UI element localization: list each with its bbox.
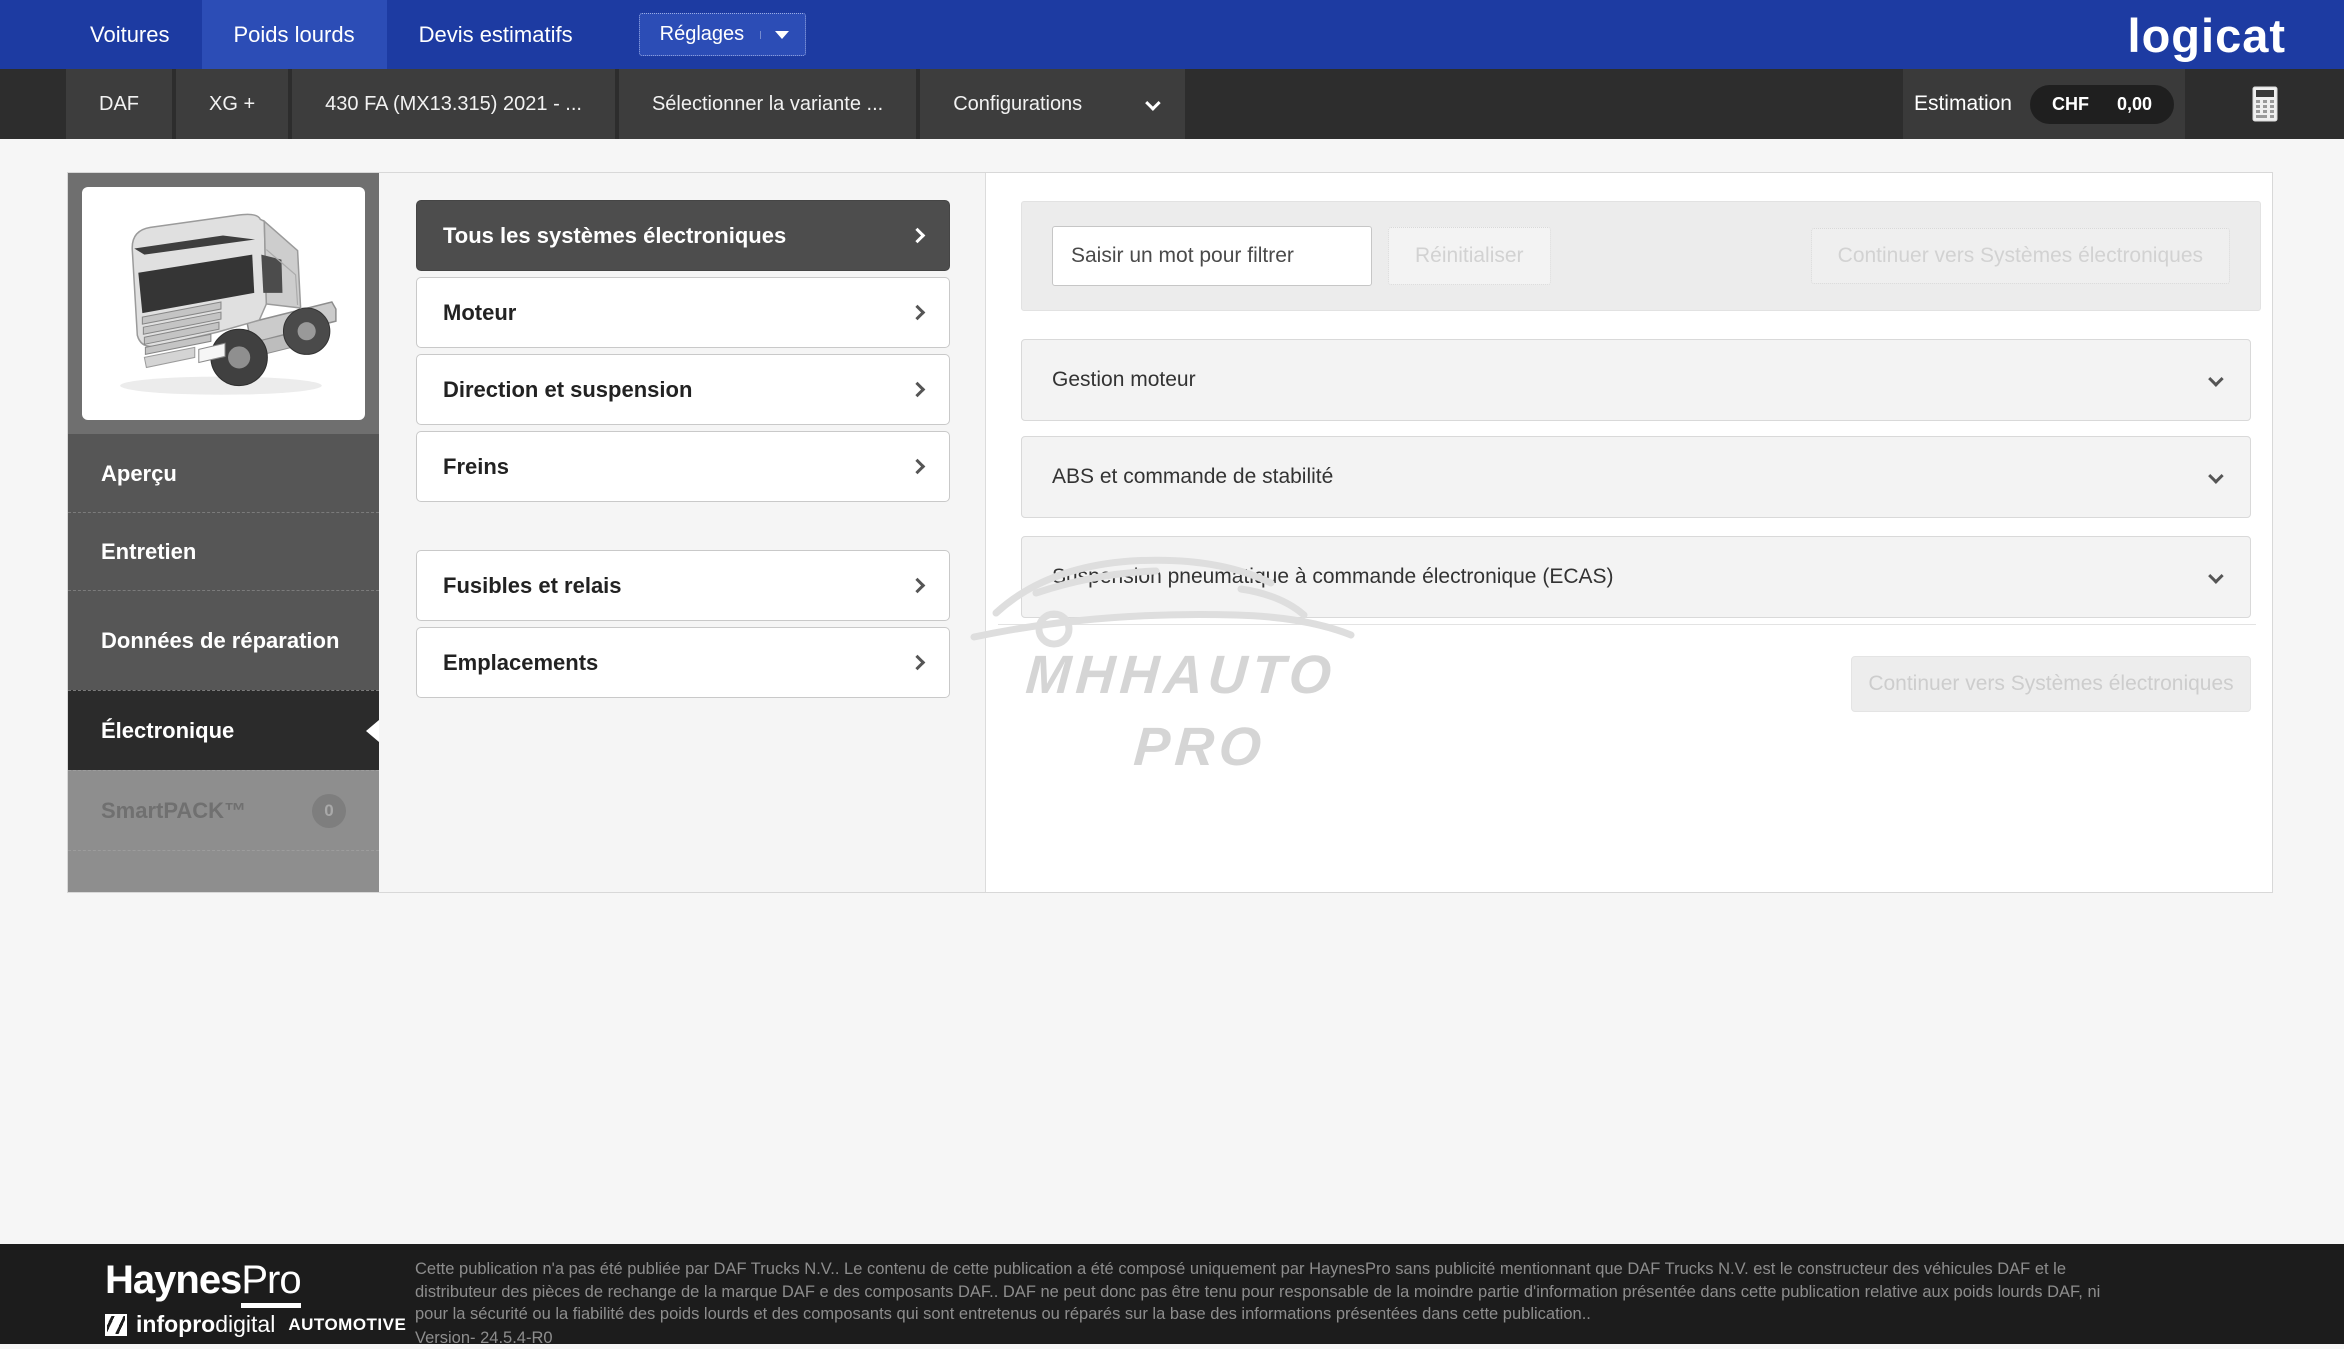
sidebar-item-smartpack: SmartPACK™ 0 <box>68 770 379 850</box>
accordion-gestion-moteur[interactable]: Gestion moteur <box>1021 339 2251 421</box>
vehicle-breadcrumb-bar: DAF XG + 430 FA (MX13.315) 2021 - ... Sé… <box>0 69 2344 139</box>
menu-button-fusibles-et-relais[interactable]: Fusibles et relais <box>416 550 950 621</box>
calculator-button[interactable] <box>2185 69 2344 139</box>
smartpack-label: SmartPACK™ <box>101 797 246 824</box>
systems-panel: Réinitialiser Continuer vers Systèmes él… <box>986 173 2272 892</box>
menu-button-label: Direction et suspension <box>443 377 692 403</box>
tab-devis-estimatifs[interactable]: Devis estimatifs <box>387 0 605 69</box>
menu-group-gap <box>379 508 985 550</box>
filter-input[interactable] <box>1052 226 1372 286</box>
haynespro-wordmark: HaynesPro <box>105 1258 406 1303</box>
brand-pro: Pro <box>241 1258 300 1308</box>
menu-button-freins[interactable]: Freins <box>416 431 950 502</box>
chevron-down-icon <box>2208 568 2224 584</box>
sidebar-item-electronique[interactable]: Électronique <box>68 690 379 770</box>
calculator-icon <box>2252 86 2278 122</box>
vehicle-sidebar: Aperçu Entretien Données de réparation É… <box>68 173 379 892</box>
chevron-right-icon <box>910 655 926 671</box>
tab-voitures[interactable]: Voitures <box>58 0 202 69</box>
sidebar-filler <box>68 850 379 892</box>
vehicle-image-card <box>82 187 365 420</box>
chevron-down-icon <box>2208 468 2224 484</box>
estimation-summary[interactable]: Estimation CHF 0,00 <box>1903 69 2185 139</box>
watermark-line2: PRO <box>1132 716 1428 778</box>
brand-haynes: Haynes <box>105 1258 241 1302</box>
tab-poids-lourds[interactable]: Poids lourds <box>202 0 387 69</box>
currency-label: CHF <box>2052 94 2089 115</box>
sidebar-item-entretien[interactable]: Entretien <box>68 512 379 590</box>
continue-button-bottom[interactable]: Continuer vers Systèmes électroniques <box>1851 656 2251 712</box>
footer: HaynesPro infoprodigital AUTOMOTIVE Cett… <box>0 1244 2344 1344</box>
footer-disclaimer-block: Cette publication n'a pas été publiée pa… <box>415 1258 2105 1349</box>
menu-button-moteur[interactable]: Moteur <box>416 277 950 348</box>
haynespro-logo: HaynesPro infoprodigital AUTOMOTIVE <box>105 1258 406 1338</box>
chevron-right-icon <box>910 382 926 398</box>
menu-button-label: Tous les systèmes électroniques <box>443 223 786 249</box>
continue-button-top[interactable]: Continuer vers Systèmes électroniques <box>1811 228 2230 284</box>
settings-label: Réglages <box>660 23 745 46</box>
filter-toolbar: Réinitialiser Continuer vers Systèmes él… <box>1021 201 2261 311</box>
settings-dropdown-button[interactable]: Réglages <box>639 13 807 56</box>
truck-image <box>98 204 350 404</box>
menu-button-tous-les-systemes[interactable]: Tous les systèmes électroniques <box>416 200 950 271</box>
infopro-icon <box>105 1314 127 1336</box>
menu-button-emplacements[interactable]: Emplacements <box>416 627 950 698</box>
main-content-card: Aperçu Entretien Données de réparation É… <box>67 172 2273 893</box>
configurations-label: Configurations <box>953 93 1082 116</box>
chevron-down-icon <box>2208 371 2224 387</box>
accordion-ecas[interactable]: Suspension pneumatique à commande électr… <box>1021 536 2251 618</box>
breadcrumb: DAF XG + 430 FA (MX13.315) 2021 - ... Sé… <box>66 69 1185 139</box>
amount-value: 0,00 <box>2117 94 2152 115</box>
crumb-type[interactable]: 430 FA (MX13.315) 2021 - ... <box>292 69 615 139</box>
accordion-label: Suspension pneumatique à commande électr… <box>1052 565 1614 589</box>
estimation-amount-pill: CHF 0,00 <box>2030 85 2174 124</box>
menu-button-label: Freins <box>443 454 509 480</box>
infopro-wordmark: infoprodigital AUTOMOTIVE <box>105 1311 406 1338</box>
estimation-label: Estimation <box>1914 92 2012 116</box>
accordion-label: ABS et commande de stabilité <box>1052 465 1333 489</box>
menu-button-label: Fusibles et relais <box>443 573 622 599</box>
brand-digital: digital <box>215 1311 275 1337</box>
footer-disclaimer: Cette publication n'a pas été publiée pa… <box>415 1258 2105 1326</box>
crumb-configurations[interactable]: Configurations <box>920 69 1185 139</box>
sidebar-item-apercu[interactable]: Aperçu <box>68 434 379 512</box>
chevron-down-icon <box>1145 95 1161 111</box>
brand-infopro: infopro <box>136 1311 215 1337</box>
menu-button-label: Emplacements <box>443 650 598 676</box>
reset-button[interactable]: Réinitialiser <box>1388 227 1551 285</box>
menu-button-direction-et-suspension[interactable]: Direction et suspension <box>416 354 950 425</box>
chevron-right-icon <box>910 228 926 244</box>
watermark-line1: MHHAUTO <box>1024 644 1428 706</box>
brand-automotive: AUTOMOTIVE <box>288 1315 406 1335</box>
vehicle-image-wrap <box>68 173 379 434</box>
smartpack-count-badge: 0 <box>312 794 346 828</box>
crumb-model[interactable]: XG + <box>176 69 288 139</box>
top-navigation: Voitures Poids lourds Devis estimatifs R… <box>0 0 2344 69</box>
crumb-variant[interactable]: Sélectionner la variante ... <box>619 69 916 139</box>
panel-divider <box>998 624 2256 625</box>
chevron-right-icon <box>910 578 926 594</box>
crumb-make[interactable]: DAF <box>66 69 172 139</box>
caret-down-icon <box>760 31 789 39</box>
accordion-abs-stabilite[interactable]: ABS et commande de stabilité <box>1021 436 2251 518</box>
chevron-right-icon <box>910 459 926 475</box>
sidebar-item-donnees-de-reparation[interactable]: Données de réparation <box>68 590 379 690</box>
chevron-right-icon <box>910 305 926 321</box>
menu-button-label: Moteur <box>443 300 516 326</box>
footer-version: Version- 24.5.4-R0 <box>415 1327 2105 1349</box>
accordion-label: Gestion moteur <box>1052 368 1196 392</box>
systems-menu-column: Tous les systèmes électroniques Moteur D… <box>379 173 986 892</box>
logicat-logo: logicat <box>2128 8 2286 63</box>
